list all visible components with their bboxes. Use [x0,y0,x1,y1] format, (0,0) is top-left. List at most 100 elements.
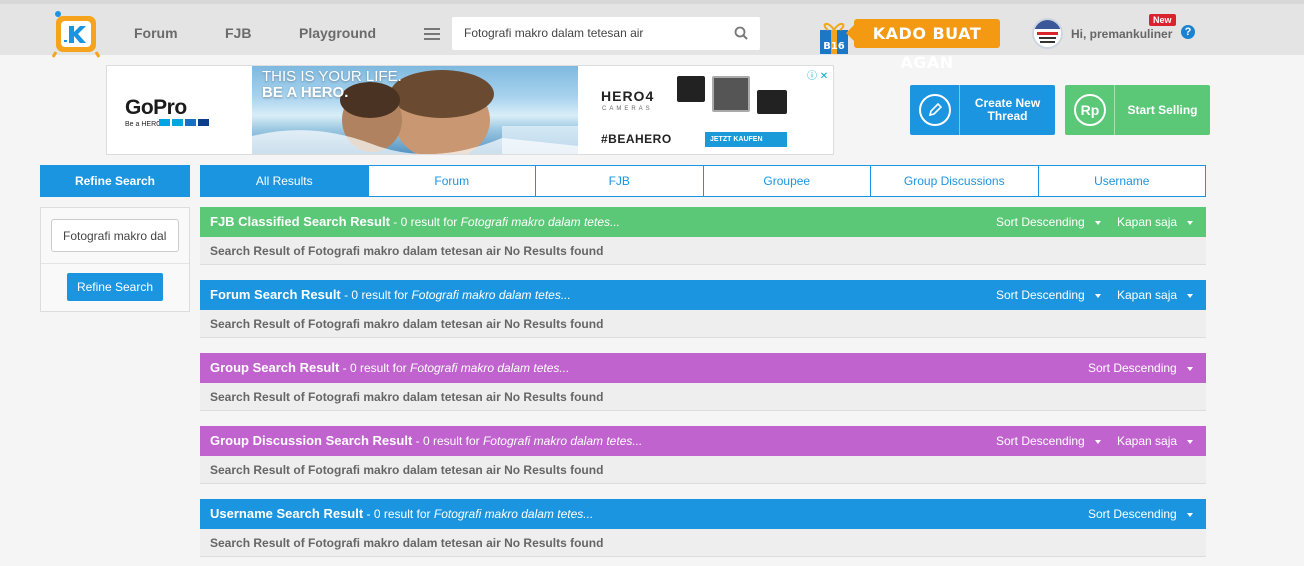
section-title: Username Search Result - 0 result for Fo… [210,506,593,521]
ad-headline-line-2: BE A HERO. [262,84,349,101]
section-count: - 0 result for [389,215,461,229]
nav-playground-link[interactable]: Playground [299,25,376,41]
top-navbar: Forum FJB Playground B16 KADO BUAT AGAN … [0,0,1304,72]
section-name: Username Search Result [210,506,364,521]
sort-label: Sort Descending [996,215,1085,229]
nav-fjb-link[interactable]: FJB [225,25,251,41]
section-name: FJB Classified Search Result [210,214,390,229]
time-label: Kapan saja [1117,434,1178,448]
create-thread-icon-wrap [910,85,960,135]
chevron-down-icon [1094,220,1101,225]
advertisement-banner[interactable]: GoPro Be a HERO. THIS IS YOUR LIFE. BE A… [106,65,834,155]
fjb-result-section: FJB Classified Search Result - 0 result … [200,207,1206,265]
search-icon[interactable] [734,26,748,40]
help-icon[interactable]: ? [1181,25,1195,39]
ad-brand-name: GoPro [125,96,187,119]
section-query: Fotografi makro dalam tetes... [460,215,620,229]
rupiah-icon: Rp [1074,94,1106,126]
search-bar [452,17,760,50]
ad-brand-logo: GoPro Be a HERO. [125,96,209,128]
tab-groupee[interactable]: Groupee [702,166,871,196]
section-count: - 0 result for [340,288,412,302]
section-count: - 0 result for [412,434,483,448]
section-header: Group Discussion Search Result - 0 resul… [200,426,1206,456]
section-name: Group Search Result [210,360,340,375]
sort-label: Sort Descending [996,434,1085,448]
promo-label: KADO BUAT AGAN [846,19,1000,72]
create-thread-label: Create New Thread [974,96,1041,123]
camera-screen-icon [757,90,787,114]
search-input[interactable] [464,26,714,40]
tab-username[interactable]: Username [1037,166,1206,196]
ad-product-sub: CAMERAS [602,106,653,112]
time-dropdown[interactable]: Kapan saja [1117,215,1194,229]
sort-dropdown[interactable]: Sort Descending [996,215,1101,229]
section-query: Fotografi makro dalam tetes... [411,288,571,302]
ad-hashtag: #BEAHERO [601,132,672,146]
section-name: Forum Search Result [210,287,341,302]
ad-brand-bars-icon [159,119,209,126]
start-selling-icon-wrap: Rp [1065,85,1115,135]
section-count: - 0 result for [363,507,434,521]
camera-icon [677,76,705,102]
ad-close-icon[interactable]: ⓘ ✕ [807,67,831,82]
section-header: Username Search Result - 0 result for Fo… [200,499,1206,529]
camera-housing-icon [712,76,750,112]
username-result-section: Username Search Result - 0 result for Fo… [200,499,1206,557]
avatar[interactable] [1032,18,1063,49]
sort-dropdown[interactable]: Sort Descending [1088,507,1193,521]
chevron-down-icon [1187,220,1194,225]
section-title: Group Discussion Search Result - 0 resul… [210,433,642,448]
section-body: Search Result of Fotografi makro dalam t… [200,529,1206,557]
username-link[interactable]: Hi, premankuliner [1071,27,1172,41]
tab-fjb[interactable]: FJB [535,166,703,196]
pencil-icon [919,94,951,126]
section-body: Search Result of Fotografi makro dalam t… [200,310,1206,338]
avatar-image [1034,20,1061,47]
section-body: Search Result of Fotografi makro dalam t… [200,456,1206,484]
chevron-down-icon [1186,512,1193,517]
section-body: Search Result of Fotografi makro dalam t… [200,383,1206,411]
sort-dropdown[interactable]: Sort Descending [996,434,1101,448]
result-tabs: All Results Forum FJB Groupee Group Disc… [200,165,1206,197]
ad-product-name: HERO4 [601,88,655,104]
ad-hero-photo: THIS IS YOUR LIFE. BE A HERO. [252,66,578,154]
time-label: Kapan saja [1117,215,1178,229]
promo-badge-text: B16 [823,41,845,52]
promo-banner[interactable]: B16 KADO BUAT AGAN [818,18,1000,72]
start-selling-button[interactable]: Rp Start Selling [1065,85,1210,135]
chevron-down-icon [1094,293,1101,298]
section-query: Fotografi makro dalam tetes... [433,507,594,521]
sort-dropdown[interactable]: Sort Descending [996,288,1101,302]
group-result-section: Group Search Result - 0 result for Fotog… [200,353,1206,411]
chevron-down-icon [1187,439,1194,444]
kaskus-logo-icon[interactable] [50,10,102,58]
forum-result-section: Forum Search Result - 0 result for Fotog… [200,280,1206,338]
menu-icon[interactable] [424,28,440,40]
time-dropdown[interactable]: Kapan saja [1117,434,1194,448]
section-header: FJB Classified Search Result - 0 result … [200,207,1206,237]
ad-buy-button[interactable]: JETZT KAUFEN [705,132,787,147]
section-header: Forum Search Result - 0 result for Fotog… [200,280,1206,310]
chevron-down-icon [1186,366,1193,371]
section-query: Fotografi makro dalam tetes... [410,361,570,375]
tab-forum[interactable]: Forum [367,166,536,196]
divider [41,263,189,264]
section-title: Group Search Result - 0 result for Fotog… [210,360,569,375]
refine-search-button[interactable]: Refine Search [67,273,163,301]
tab-group-discussions[interactable]: Group Discussions [870,166,1038,196]
refine-search-title: Refine Search [40,165,190,197]
section-count: - 0 result for [339,361,410,375]
group-discussion-result-section: Group Discussion Search Result - 0 resul… [200,426,1206,484]
section-header: Group Search Result - 0 result for Fotog… [200,353,1206,383]
ad-headline: THIS IS YOUR LIFE. BE A HERO. [262,69,402,101]
refine-search-input[interactable] [51,219,179,252]
sort-dropdown[interactable]: Sort Descending [1088,361,1193,375]
create-thread-button[interactable]: Create New Thread [910,85,1055,135]
nav-forum-link[interactable]: Forum [134,25,178,41]
chevron-down-icon [1187,293,1194,298]
tab-all-results[interactable]: All Results [201,166,368,196]
time-dropdown[interactable]: Kapan saja [1117,288,1194,302]
refine-search-panel: Refine Search [40,207,190,312]
sort-label: Sort Descending [1088,507,1177,521]
